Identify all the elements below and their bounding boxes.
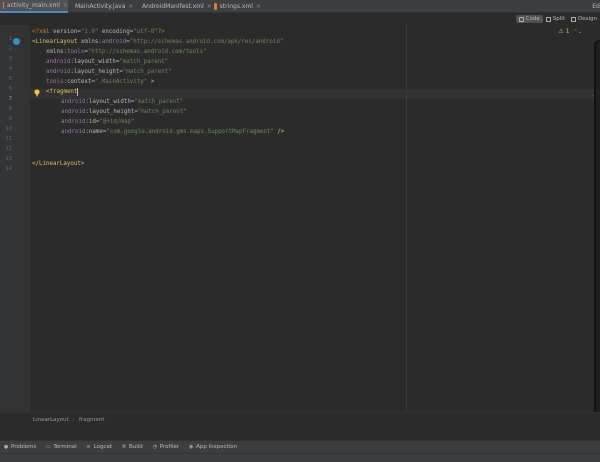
close-icon[interactable]: × bbox=[63, 2, 68, 9]
line-number-gutter bbox=[0, 25, 30, 412]
logcat-tool-button[interactable]: ≡ Logcat bbox=[86, 444, 112, 450]
tool-label: Profiler bbox=[159, 444, 180, 450]
code-line-14: </LinearLayout> bbox=[32, 161, 85, 167]
app-inspection-icon: ◉ bbox=[188, 444, 194, 450]
tab-androidmanifest-xml[interactable]: AndroidManifest.xml × bbox=[136, 0, 212, 13]
warning-icon: ⚠ bbox=[558, 28, 564, 35]
line-number: 12 bbox=[5, 146, 12, 152]
line-number: 3 bbox=[8, 56, 12, 62]
line-number: 6 bbox=[8, 86, 12, 92]
line-number: 7 bbox=[8, 96, 12, 102]
tab-mainactivity-java[interactable]: MainActivity.java × bbox=[69, 0, 133, 13]
code-line-5: android:layout_height="match_parent" bbox=[46, 69, 172, 75]
right-margin-guide bbox=[406, 25, 407, 412]
split-view-icon bbox=[545, 16, 551, 22]
tab-label: strings.xml bbox=[219, 3, 253, 10]
breadcrumb-item[interactable]: fragment bbox=[79, 417, 104, 423]
code-line-6: tools:context=".MainActivity" > bbox=[46, 79, 155, 85]
split-view-label: Split bbox=[552, 16, 565, 22]
tab-strings-xml[interactable]: strings.xml × bbox=[211, 0, 261, 13]
lightbulb-icon[interactable] bbox=[34, 89, 40, 97]
device-preview-frame bbox=[594, 40, 600, 420]
logcat-icon: ≡ bbox=[86, 444, 91, 450]
profiler-tool-button[interactable]: ◔ Profiler bbox=[152, 444, 180, 450]
problems-tool-button[interactable]: ● Problems bbox=[3, 444, 37, 450]
line-number: 9 bbox=[8, 116, 12, 122]
code-line-2: <LinearLayout xmlns:android="http://sche… bbox=[32, 39, 284, 45]
profiler-icon: ◔ bbox=[152, 444, 157, 450]
tool-label: App Inspection bbox=[196, 444, 238, 450]
close-icon[interactable]: × bbox=[128, 3, 133, 10]
bottom-tool-window-bar: ● Problems ▭ Terminal ≡ Logcat ⚒ Build ◔… bbox=[0, 440, 600, 453]
design-view-icon bbox=[571, 16, 576, 22]
line-number: 1 bbox=[8, 36, 12, 42]
close-icon[interactable]: × bbox=[256, 3, 261, 10]
warning-count: 1 bbox=[565, 28, 570, 35]
line-number: 14 bbox=[5, 166, 12, 172]
tab-label: MainActivity.java bbox=[75, 3, 126, 10]
code-line-8: android:layout_width="match_parent" bbox=[61, 99, 184, 105]
line-number: 5 bbox=[8, 76, 12, 82]
problems-icon: ● bbox=[3, 444, 9, 450]
tab-activity-main-xml[interactable]: activity_main.xml × bbox=[0, 0, 68, 13]
tool-label: Terminal bbox=[53, 444, 77, 450]
tool-label: Problems bbox=[11, 444, 37, 450]
code-view-label: Code bbox=[525, 16, 540, 22]
inspection-widget[interactable]: ⚠ 1 ⌃⌄ bbox=[558, 28, 582, 35]
design-view-label: Design bbox=[578, 16, 597, 22]
line-number: 8 bbox=[8, 106, 12, 112]
editor-tab-bar: activity_main.xml × MainActivity.java × … bbox=[0, 0, 600, 13]
code-line-10: android:id="@+id/map" bbox=[61, 119, 135, 125]
chevron-right-icon: › bbox=[72, 416, 75, 423]
terminal-icon: ▭ bbox=[45, 444, 51, 450]
tool-label: Logcat bbox=[93, 444, 112, 450]
build-tool-button[interactable]: ⚒ Build bbox=[121, 444, 143, 450]
code-view-button[interactable]: Code bbox=[515, 15, 543, 23]
code-line-3: xmlns:tools="http://schemas.android.com/… bbox=[46, 49, 207, 55]
status-bar bbox=[0, 453, 600, 462]
terminal-tool-button[interactable]: ▭ Terminal bbox=[45, 444, 77, 450]
design-view-button[interactable]: Design bbox=[568, 15, 600, 23]
text-caret bbox=[77, 87, 79, 96]
build-icon: ⚒ bbox=[121, 444, 127, 450]
breadcrumb: LinearLayout › fragment bbox=[0, 412, 600, 426]
code-line-4: android:layout_width="match_parent" bbox=[46, 59, 169, 65]
component-gutter-icon[interactable] bbox=[13, 38, 20, 45]
line-number: 10 bbox=[5, 126, 12, 132]
tool-label: Build bbox=[128, 444, 143, 450]
code-view-icon bbox=[518, 16, 524, 22]
breadcrumb-item[interactable]: LinearLayout bbox=[33, 417, 69, 423]
tab-overflow-button[interactable]: Ed bbox=[592, 0, 600, 13]
code-line-7: <fragment bbox=[46, 87, 79, 96]
line-number: 2 bbox=[8, 46, 12, 52]
code-line-11: android:name="com.google.android.gms.map… bbox=[61, 129, 285, 135]
code-line-9: android:layout_height="match_parent" bbox=[61, 109, 187, 115]
view-mode-switch: Code Split Design bbox=[515, 13, 600, 25]
tab-label: AndroidManifest.xml bbox=[142, 3, 204, 10]
line-number: 11 bbox=[5, 136, 12, 142]
code-line-1: <?xml version="1.0" encoding="utf-8"?> bbox=[32, 29, 165, 35]
split-view-button[interactable]: Split bbox=[543, 15, 568, 23]
app-inspection-tool-button[interactable]: ◉ App Inspection bbox=[188, 444, 237, 450]
navigate-arrows-icon[interactable]: ⌃⌄ bbox=[574, 29, 582, 35]
xml-file-icon bbox=[214, 3, 217, 10]
line-number: 4 bbox=[8, 66, 12, 72]
line-number: 13 bbox=[5, 156, 12, 162]
tab-label: activity_main.xml bbox=[6, 2, 60, 9]
xml-file-icon bbox=[3, 2, 4, 9]
